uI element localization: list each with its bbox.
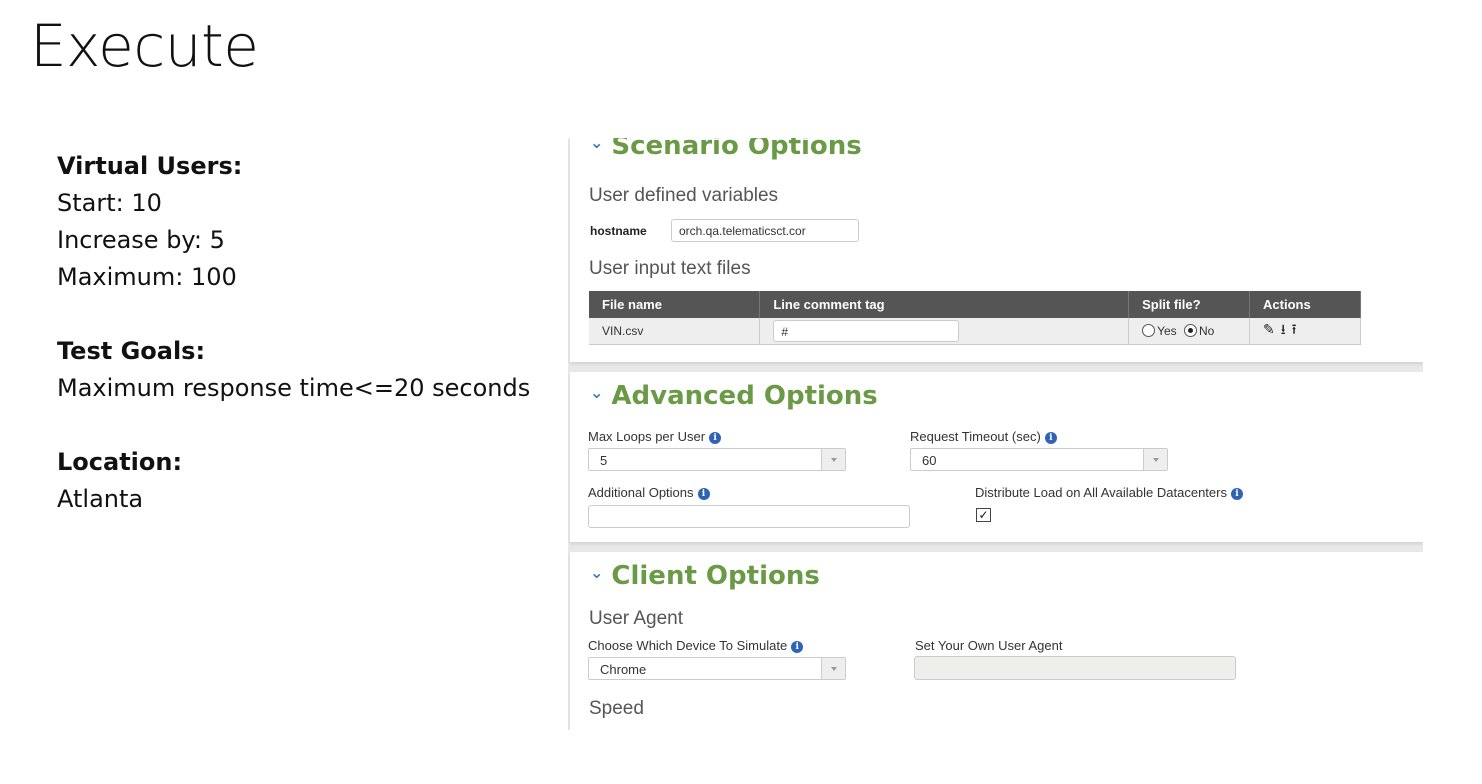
column-split-file: Split file? [1128, 291, 1251, 318]
user-input-files-heading: User input text files [589, 258, 751, 279]
distribute-load-label: Distribute Load on All Available Datacen… [975, 485, 1243, 500]
max-loops-select[interactable]: 5 [588, 448, 846, 471]
upload-icon[interactable]: ⭱ [1292, 319, 1297, 343]
input-files-table: File name Line comment tag Split file? A… [589, 291, 1361, 345]
additional-options-input[interactable] [588, 505, 910, 528]
comment-tag-input[interactable]: # [773, 319, 960, 342]
advanced-options-toggle[interactable]: ⌄ Advanced Options [590, 381, 878, 411]
scenario-options-title: Scenario Options [611, 138, 862, 161]
client-options-title: Client Options [611, 561, 820, 591]
test-parameters: Virtual Users: Start: 10 Increase by: 5 … [57, 148, 530, 518]
additional-options-label: Additional Options i [588, 485, 710, 500]
column-line-comment-tag: Line comment tag [759, 291, 1130, 318]
scenario-options-toggle[interactable]: ⌄ Scenario Options [590, 138, 862, 161]
client-options-toggle[interactable]: ⌄ Client Options [590, 561, 820, 591]
table-header-row: File name Line comment tag Split file? A… [589, 291, 1361, 318]
test-goal-text: Maximum response time<=20 seconds [57, 374, 531, 402]
user-agent-heading: User Agent [589, 608, 683, 629]
start-users-text: Start: 10 [57, 189, 162, 217]
info-icon[interactable]: i [1044, 432, 1057, 444]
table-row: VIN.csv # Yes No ✎ ⭳ ⭱ [589, 318, 1361, 345]
client-options-card: ⌄ Client Options User Agent Choose Which … [570, 552, 1423, 730]
info-icon[interactable]: i [1230, 488, 1243, 500]
scenario-options-card: ⌄ Scenario Options User defined variables… [570, 138, 1423, 362]
column-actions: Actions [1249, 291, 1361, 318]
distribute-load-checkbox[interactable]: ✓ [976, 508, 991, 522]
hostname-input[interactable]: orch.qa.telematicsct.cor [671, 219, 859, 242]
file-name-cell: VIN.csv [589, 318, 761, 345]
info-icon[interactable]: i [697, 488, 710, 500]
slide-title: Execute [30, 12, 259, 80]
location-text: Atlanta [57, 485, 144, 513]
split-yes-label: Yes [1157, 323, 1177, 338]
chevron-down-icon [821, 658, 845, 679]
chevron-down-icon: ⌄ [590, 383, 604, 402]
info-icon[interactable]: i [709, 432, 722, 444]
request-timeout-label: Request Timeout (sec) i [910, 429, 1057, 444]
device-label: Choose Which Device To Simulate i [588, 638, 804, 653]
speed-heading: Speed [589, 698, 644, 719]
info-icon[interactable]: i [791, 641, 804, 653]
chevron-down-icon: ⌄ [590, 563, 604, 582]
edit-icon[interactable]: ✎ [1263, 321, 1275, 338]
own-user-agent-label: Set Your Own User Agent [915, 638, 1063, 653]
advanced-options-card: ⌄ Advanced Options Max Loops per User i 5 … [570, 372, 1423, 542]
split-yes-radio[interactable] [1142, 323, 1156, 337]
own-user-agent-input[interactable] [914, 656, 1236, 680]
maximum-users-text: Maximum: 100 [57, 263, 237, 291]
options-screenshot: ⌄ Scenario Options User defined variables… [568, 138, 1423, 730]
increase-users-text: Increase by: 5 [57, 226, 225, 254]
column-file-name: File name [589, 291, 761, 318]
split-no-label: No [1199, 323, 1215, 338]
chevron-down-icon [1143, 449, 1167, 470]
download-icon[interactable]: ⭳ [1281, 319, 1286, 343]
request-timeout-select[interactable]: 60 [910, 448, 1168, 471]
location-heading: Location: [57, 448, 183, 476]
max-loops-label: Max Loops per User i [588, 429, 722, 444]
user-defined-variables-heading: User defined variables [589, 185, 779, 206]
hostname-label: hostname [590, 224, 647, 238]
chevron-down-icon: ⌄ [590, 138, 604, 152]
chevron-down-icon [821, 449, 845, 470]
device-select[interactable]: Chrome [588, 657, 846, 680]
virtual-users-heading: Virtual Users: [57, 152, 243, 180]
split-no-radio[interactable] [1184, 323, 1197, 337]
test-goals-heading: Test Goals: [57, 337, 206, 365]
advanced-options-title: Advanced Options [611, 381, 878, 411]
